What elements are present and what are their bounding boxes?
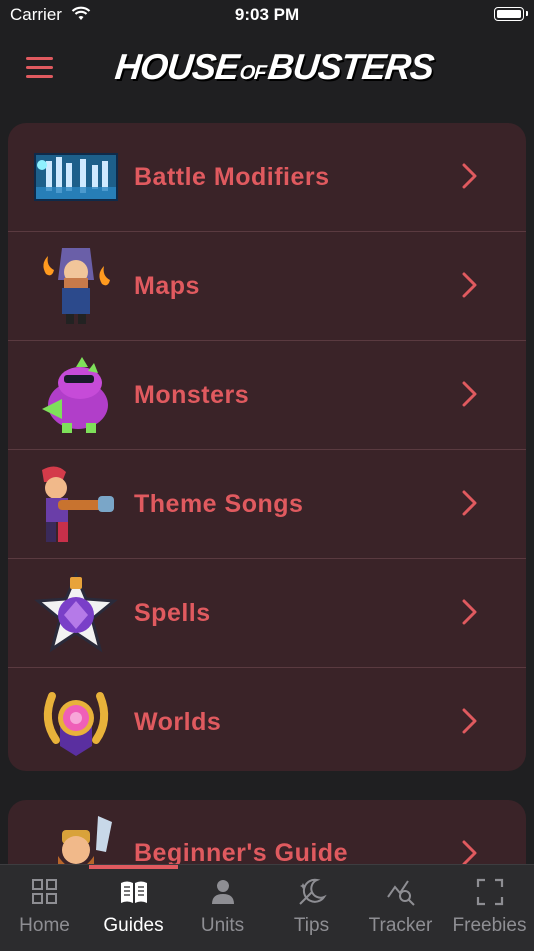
chevron-right-icon — [462, 599, 477, 625]
app-header: HOUSE OF BUSTERS — [0, 40, 534, 100]
guide-label: Monsters — [134, 381, 250, 409]
person-icon — [212, 880, 234, 904]
guide-label: Maps — [134, 272, 200, 300]
viewfinder-icon — [476, 878, 504, 906]
guide-row-theme-songs[interactable]: Theme Songs — [8, 450, 526, 559]
status-time: 9:03 PM — [234, 5, 300, 24]
chevron-right-icon — [462, 490, 477, 516]
dinosaur-monster-icon — [42, 357, 108, 433]
guides-list-card: Battle Modifiers Maps Monsters Theme Son… — [8, 123, 526, 771]
tab-label: Tips — [293, 915, 330, 936]
status-bar: Carrier 9:03 PM — [0, 0, 534, 30]
guide-label: Spells — [134, 599, 211, 627]
magic-wand-icon — [299, 878, 327, 905]
guide-label: Battle Modifiers — [134, 163, 330, 191]
chart-search-icon — [387, 880, 415, 906]
tab-guides[interactable]: Guides — [89, 865, 178, 951]
battle-modifiers-thumbnail — [34, 153, 118, 201]
tab-label: Units — [200, 915, 245, 936]
chevron-right-icon — [462, 381, 477, 407]
battery-icon — [494, 7, 528, 21]
grid-icon — [32, 879, 57, 904]
tab-label: Guides — [103, 915, 164, 936]
tab-label: Freebies — [452, 915, 527, 936]
tab-label: Tracker — [368, 915, 433, 936]
chevron-right-icon — [462, 840, 477, 866]
guide-label: Theme Songs — [134, 490, 304, 518]
wizard-character-icon — [43, 248, 110, 324]
tab-label: Home — [19, 915, 70, 936]
gunner-character-icon — [42, 466, 114, 542]
house-of-busters-logo: HOUSE OF BUSTERS — [102, 46, 447, 92]
tab-home[interactable]: Home — [0, 865, 89, 951]
hamburger-menu-button[interactable] — [26, 57, 54, 79]
logo-part-2: OF — [238, 62, 267, 84]
book-icon — [121, 881, 147, 903]
guide-row-spells[interactable]: Spells — [8, 559, 526, 668]
laurel-medal-icon — [43, 692, 109, 756]
chevron-right-icon — [462, 163, 477, 189]
logo-part-1: HOUSE — [113, 46, 241, 87]
tab-units[interactable]: Units — [178, 865, 267, 951]
guide-row-battle-modifiers[interactable]: Battle Modifiers — [8, 123, 526, 232]
guide-row-worlds[interactable]: Worlds — [8, 668, 526, 771]
tab-tracker[interactable]: Tracker — [356, 865, 445, 951]
bottom-tab-bar: Home Guides Units Tips Tracker Freebies — [0, 864, 534, 951]
tab-tips[interactable]: Tips — [267, 865, 356, 951]
guide-row-monsters[interactable]: Monsters — [8, 341, 526, 450]
chevron-right-icon — [462, 272, 477, 298]
star-bomb-icon — [34, 571, 118, 653]
tab-freebies[interactable]: Freebies — [445, 865, 534, 951]
guide-row-maps[interactable]: Maps — [8, 232, 526, 341]
logo-part-3: BUSTERS — [265, 46, 436, 87]
chevron-right-icon — [462, 708, 477, 734]
guide-label: Worlds — [134, 708, 222, 736]
